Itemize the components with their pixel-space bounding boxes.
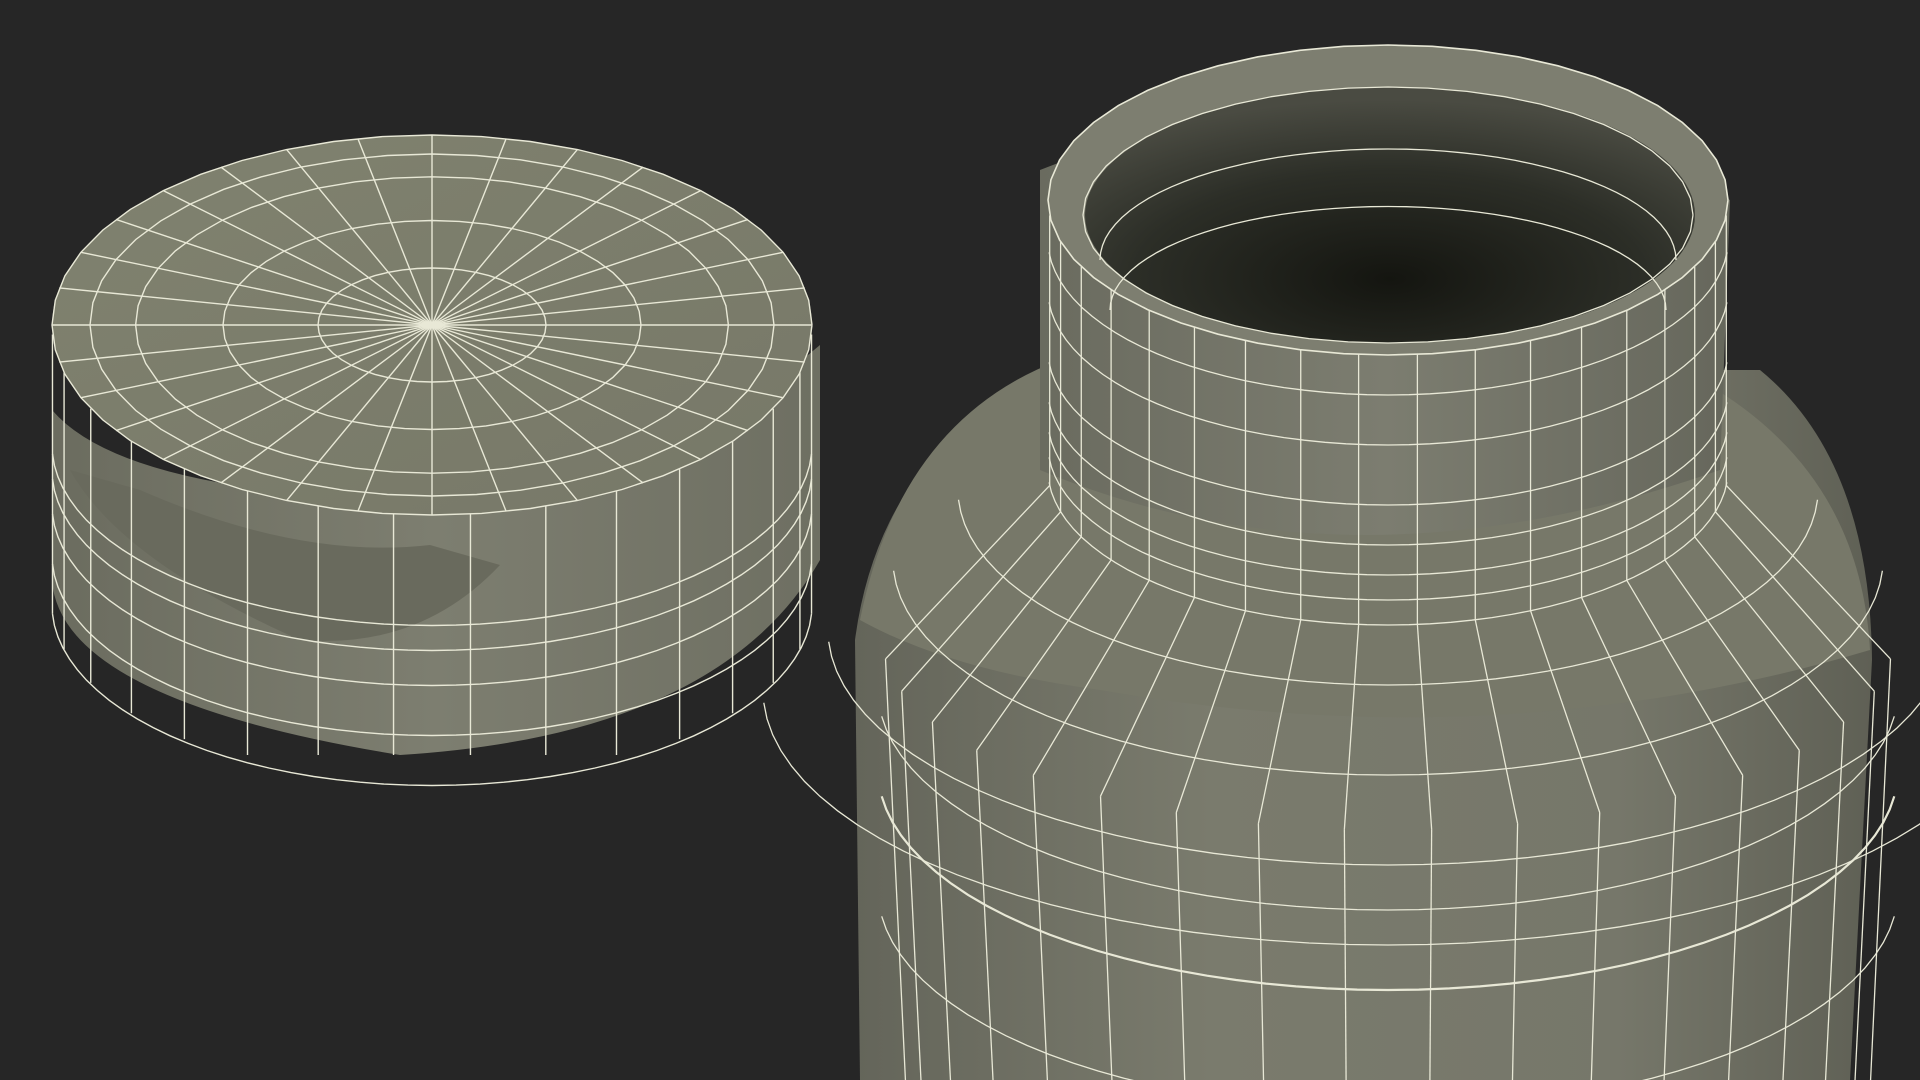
bottle-opening bbox=[1085, 87, 1695, 343]
viewport-render bbox=[51, 44, 1920, 1080]
bottle bbox=[763, 44, 1920, 1080]
bottle-cap bbox=[51, 134, 820, 787]
